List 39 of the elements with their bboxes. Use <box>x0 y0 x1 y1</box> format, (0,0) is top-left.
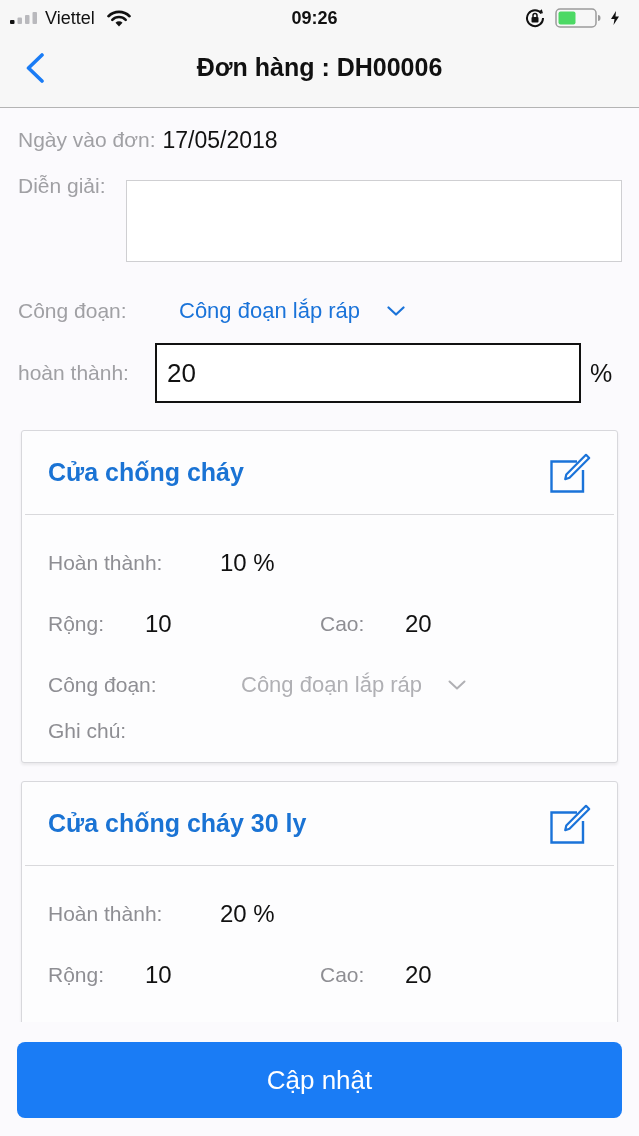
carrier-name: Viettel <box>45 7 95 29</box>
field-label: Ghi chú: <box>48 719 127 743</box>
field-label: Rộng: <box>48 612 106 636</box>
field-label: hoàn thành: <box>18 361 130 385</box>
chevron-down-icon <box>387 306 406 316</box>
completion-input[interactable]: 20 <box>155 343 581 403</box>
field-label: Công đoạn: <box>48 673 158 697</box>
charging-bolt-icon <box>611 11 619 25</box>
update-button[interactable]: Cập nhật <box>17 1042 622 1118</box>
order-date: 17/05/2018 <box>162 126 278 154</box>
field-label: Rộng: <box>48 963 106 987</box>
edit-icon[interactable] <box>550 803 591 844</box>
field-value: 10 <box>145 961 173 989</box>
edit-icon[interactable] <box>550 452 591 493</box>
field-label: Ngày vào đơn: <box>18 128 156 152</box>
chevron-left-icon[interactable] <box>25 52 45 83</box>
clock-time: 09:26 <box>291 7 338 29</box>
field-label: Diễn giải: <box>18 174 107 198</box>
product-name: Cửa chống cháy <box>48 458 244 487</box>
rotation-lock-icon <box>525 8 545 28</box>
field-value: 20 <box>405 610 432 638</box>
chevron-down-icon <box>448 680 467 690</box>
field-label: Cao: <box>320 963 366 987</box>
percent-unit: % <box>590 358 613 388</box>
field-label: Cao: <box>320 612 366 636</box>
battery-icon <box>555 8 601 28</box>
field-value: 10 % <box>220 549 275 577</box>
field-label: Hoàn thành: <box>48 902 164 926</box>
field-label: Công đoạn: <box>18 299 128 323</box>
field-value: 20 <box>405 961 432 989</box>
description-field[interactable] <box>126 180 622 262</box>
wifi-icon <box>106 9 131 27</box>
field-label: Hoàn thành: <box>48 551 164 575</box>
page-title: Đơn hàng : DH00006 <box>196 53 443 82</box>
stage-dropdown[interactable]: Công đoạn lắp ráp <box>179 298 406 324</box>
field-value: 20 % <box>220 900 275 928</box>
field-value: 10 <box>145 610 173 638</box>
signal-icon <box>10 12 38 24</box>
product-name: Cửa chống cháy 30 ly <box>48 809 307 838</box>
